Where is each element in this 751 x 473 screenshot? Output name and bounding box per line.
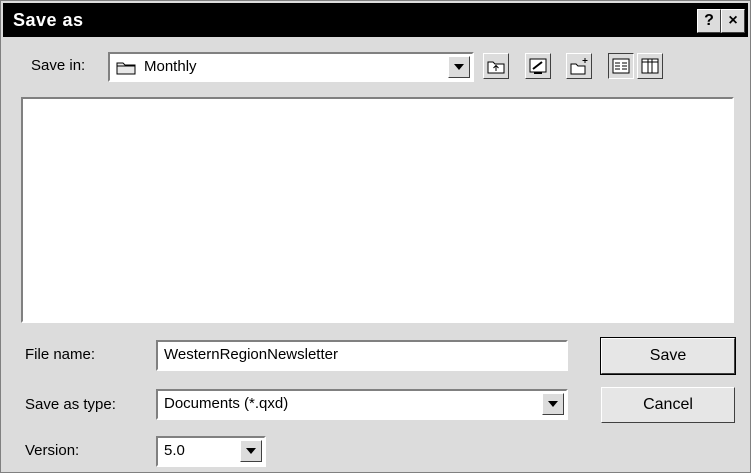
up-folder-button[interactable]	[483, 53, 509, 79]
details-view-icon	[641, 58, 659, 74]
title-bar: Save as ? ×	[3, 3, 748, 37]
save-as-type-value: Documents (*.qxd)	[164, 395, 289, 412]
help-button[interactable]: ?	[697, 9, 721, 33]
file-list[interactable]	[21, 97, 734, 323]
up-folder-icon	[487, 61, 505, 74]
chevron-down-icon[interactable]	[240, 440, 262, 462]
file-name-input[interactable]: WesternRegionNewsletter	[156, 340, 568, 371]
save-button[interactable]: Save	[600, 337, 736, 375]
list-view-icon	[612, 58, 630, 74]
chevron-down-icon[interactable]	[542, 393, 564, 415]
folder-icon	[116, 62, 136, 75]
save-as-type-label: Save as type:	[25, 396, 116, 413]
desktop-icon	[529, 58, 547, 74]
cancel-button[interactable]: Cancel	[601, 387, 735, 423]
version-label: Version:	[25, 442, 80, 459]
chevron-down-icon[interactable]	[448, 56, 470, 78]
list-view-button[interactable]	[608, 53, 634, 79]
save-in-value: Monthly	[144, 58, 197, 75]
file-name-label: File name:	[25, 346, 96, 363]
save-in-label: Save in:	[31, 57, 86, 74]
version-dropdown[interactable]: 5.0	[156, 436, 266, 467]
save-as-type-dropdown[interactable]: Documents (*.qxd)	[156, 389, 568, 420]
save-as-dialog: Save as ? × Save in: Monthly File name: …	[0, 0, 751, 473]
details-view-button[interactable]	[637, 53, 663, 79]
version-value: 5.0	[164, 442, 185, 459]
new-folder-icon	[570, 58, 588, 75]
new-folder-button[interactable]	[566, 53, 592, 79]
desktop-button[interactable]	[525, 53, 551, 79]
save-in-dropdown[interactable]: Monthly	[108, 52, 474, 82]
window-title: Save as	[13, 10, 84, 30]
close-button[interactable]: ×	[721, 9, 745, 33]
